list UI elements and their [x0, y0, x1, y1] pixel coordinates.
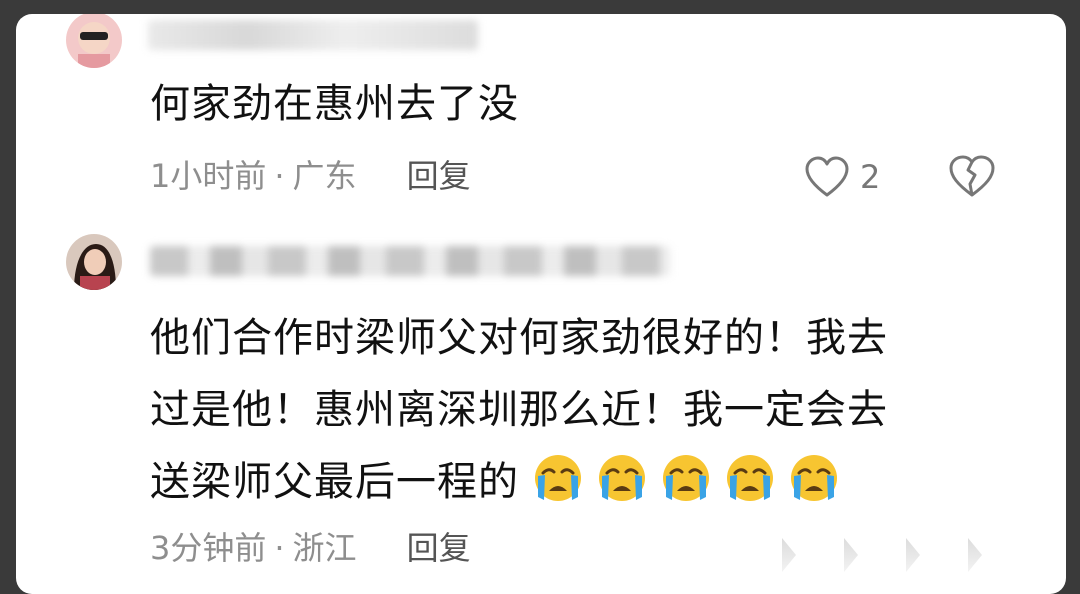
reply-button[interactable]: 回复 — [407, 156, 471, 196]
comment-meta: 3分钟前 · 浙江 回复 — [150, 528, 471, 568]
chevron-right-icon — [968, 538, 982, 572]
like-button[interactable]: 2 — [804, 156, 880, 198]
chevron-right-icon — [844, 538, 858, 572]
chevron-decoration — [782, 538, 982, 572]
comment-time: 1小时前 — [150, 157, 267, 195]
meta-separator: · — [274, 529, 285, 567]
like-count: 2 — [860, 158, 881, 196]
comment-text: 他们合作时梁师父对何家劲很好的！我去 过是他！惠州离深圳那么近！我一定会去 送梁… — [150, 302, 888, 518]
comment-text: 何家劲在惠州去了没 — [150, 81, 519, 127]
comment-line: 送梁师父最后一程的 — [150, 446, 888, 518]
meta-separator: · — [274, 157, 285, 195]
loudly-crying-face-icon — [727, 455, 773, 501]
comment-line: 他们合作时梁师父对何家劲很好的！我去 — [150, 315, 888, 361]
comment-time: 3分钟前 — [150, 529, 267, 567]
avatar[interactable] — [66, 234, 122, 290]
reply-button[interactable]: 回复 — [407, 528, 471, 568]
chevron-right-icon — [906, 538, 920, 572]
loudly-crying-face-icon — [535, 455, 581, 501]
username-blurred — [148, 20, 478, 50]
comment-location: 广东 — [292, 157, 357, 195]
loudly-crying-face-icon — [791, 455, 837, 501]
emoji-row — [519, 455, 839, 505]
comment-meta: 1小时前 · 广东 回复 — [150, 156, 471, 196]
comment-list: 何家劲在惠州去了没 1小时前 · 广东 回复 2 他们合作时梁师父对何家劲很好的… — [16, 14, 1066, 594]
loudly-crying-face-icon — [599, 455, 645, 501]
comment-location: 浙江 — [292, 529, 357, 567]
loudly-crying-face-icon — [663, 455, 709, 501]
comment-line: 过是他！惠州离深圳那么近！我一定会去 — [150, 387, 888, 433]
chevron-right-icon — [782, 538, 796, 572]
heart-outline-icon — [805, 156, 849, 197]
broken-heart-icon — [949, 155, 995, 197]
avatar[interactable] — [66, 14, 122, 68]
dislike-button[interactable] — [948, 154, 996, 202]
username-blurred — [150, 246, 670, 276]
